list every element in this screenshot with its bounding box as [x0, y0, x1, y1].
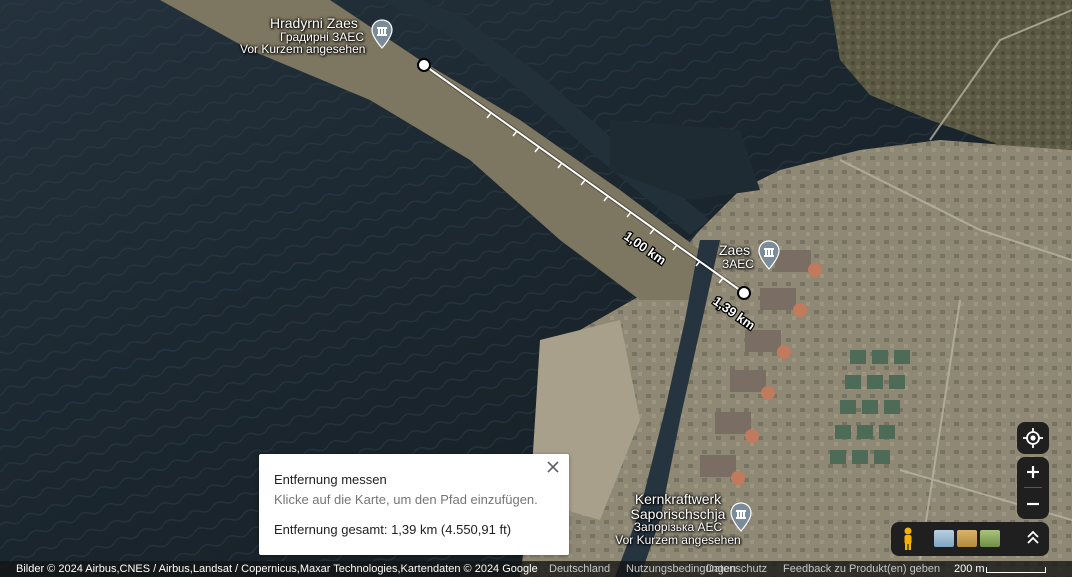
plus-icon	[1027, 466, 1039, 478]
privacy-link[interactable]: Datenschutz	[706, 563, 767, 575]
measure-panel-title: Entfernung messen	[274, 472, 387, 487]
measure-distance-panel: Entfernung messen Klicke auf die Karte, …	[259, 454, 569, 555]
landmark-pin-icon[interactable]	[371, 19, 393, 49]
pegman-icon[interactable]	[898, 526, 918, 552]
scale-bar	[986, 567, 1046, 573]
measure-end-point[interactable]	[737, 286, 751, 300]
poi-native-name: ЗАЕС	[722, 256, 754, 271]
scale-label: 200 m	[954, 563, 985, 575]
measure-panel-total: Entfernung gesamt: 1,39 km (4.550,91 ft)	[274, 522, 512, 537]
my-location-icon	[1023, 428, 1043, 448]
poi-name: Zaes	[719, 242, 751, 258]
layer-thumb[interactable]	[957, 530, 977, 547]
zoom-divider	[1024, 487, 1042, 488]
attribution-text: Bilder © 2024 Airbus,CNES / Airbus,Lands…	[16, 563, 538, 575]
layer-thumb[interactable]	[980, 530, 1000, 547]
my-location-button[interactable]	[1017, 422, 1049, 454]
zoom-out-button[interactable]	[1017, 489, 1049, 519]
landmark-pin-icon[interactable]	[758, 240, 780, 270]
landmark-pin-icon[interactable]	[730, 502, 752, 532]
map-footer: Bilder © 2024 Airbus,CNES / Airbus,Lands…	[0, 561, 1072, 577]
country-link[interactable]: Deutschland	[549, 563, 610, 575]
poi-note: Vor Kurzem angesehen	[615, 532, 741, 547]
poi-name: Hradyrni Zaes	[270, 15, 358, 31]
measure-start-point[interactable]	[417, 58, 431, 72]
measure-panel-hint: Klicke auf die Karte, um den Pfad einzuf…	[274, 492, 538, 507]
chevron-up-icon[interactable]	[1024, 527, 1042, 549]
poi-note: Vor Kurzem angesehen	[240, 42, 366, 57]
poi-zaes[interactable]: Zaes ЗАЕС	[719, 243, 754, 270]
layer-thumb[interactable]	[934, 530, 954, 547]
feedback-link[interactable]: Feedback zu Produkt(en) geben	[783, 563, 940, 575]
close-icon[interactable]	[543, 457, 563, 477]
zoom-control	[1017, 457, 1049, 519]
poi-hradyrni-zaes[interactable]: Hradyrni Zaes Градирні ЗАЕС Vor Kurzem a…	[240, 15, 365, 56]
zoom-in-button[interactable]	[1017, 457, 1049, 487]
